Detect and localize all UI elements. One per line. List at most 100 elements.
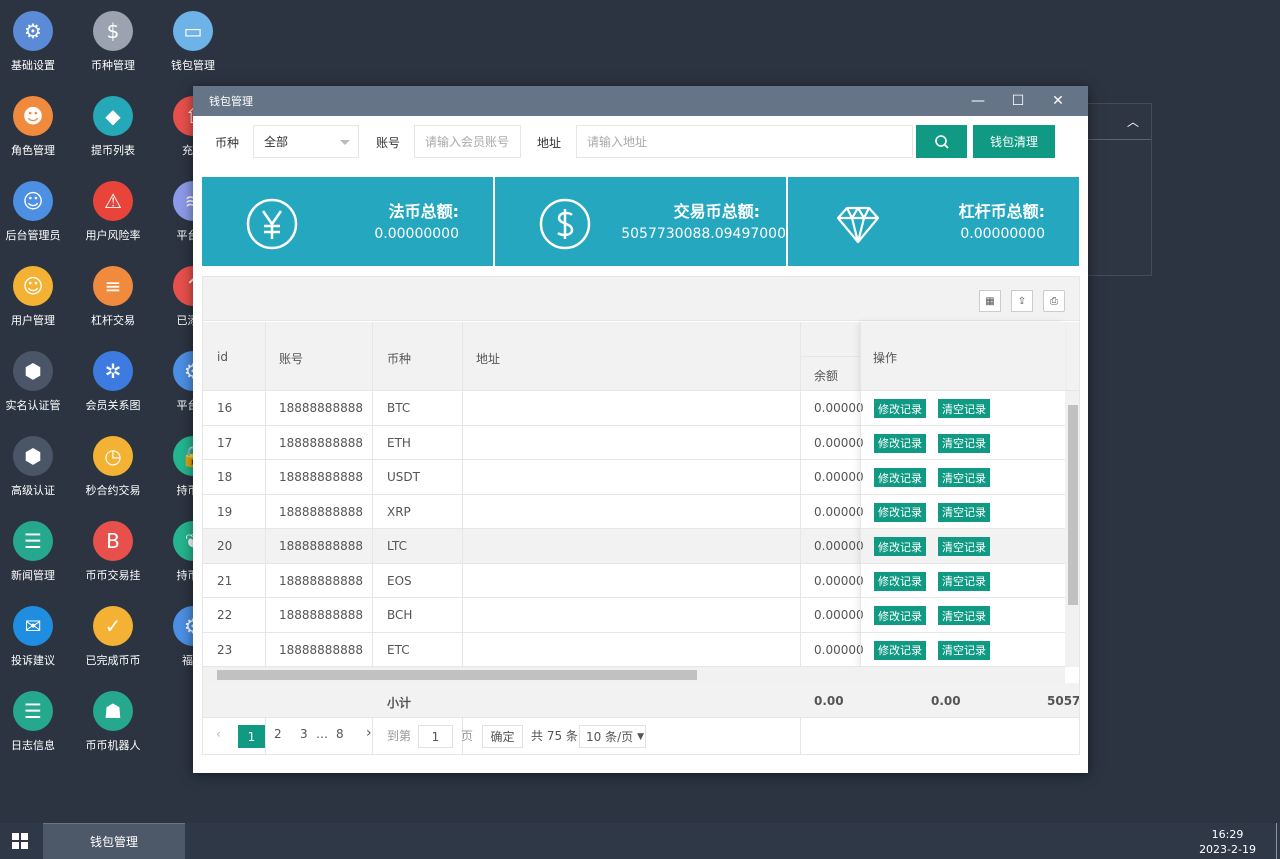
desktop-shortcut[interactable]: ⚠ 用户风险率 xyxy=(73,181,153,243)
desktop-shortcut-label: 钱包管理 xyxy=(171,59,215,72)
dollar-circle-icon xyxy=(539,198,591,250)
maximize-button[interactable]: ☐ xyxy=(998,93,1038,109)
cell-coin: ETH xyxy=(387,435,411,450)
prev-page-icon[interactable]: ‹ xyxy=(216,727,221,741)
desktop-shortcut[interactable]: ✉ 投诉建议 xyxy=(0,606,73,668)
cell-id: 20 xyxy=(217,539,233,553)
cell-account: 18888888888 xyxy=(279,435,363,450)
page-2-button[interactable]: 2 xyxy=(274,727,282,741)
col-id: id xyxy=(217,350,228,364)
desktop-shortcut[interactable]: ⚙ 基础设置 xyxy=(0,11,73,73)
desktop-shortcut[interactable]: ✲ 会员关系图 xyxy=(73,351,153,413)
page-3-button[interactable]: 3 xyxy=(300,727,308,741)
desktop-shortcut-label: 会员关系图 xyxy=(85,399,141,412)
desktop-shortcut-label: 币币机器人 xyxy=(85,739,141,752)
address-label: 地址 xyxy=(537,136,562,150)
cell-account: 18888888888 xyxy=(279,401,363,415)
system-clock[interactable]: 16:29 2023-2-19 xyxy=(1199,827,1256,857)
columns-icon[interactable]: ▦ xyxy=(979,290,1001,312)
coin-select-value: 全部 xyxy=(264,135,289,149)
wallet-window: 钱包管理 — ☐ ✕ 币种 全部 账号 请输入会员账号 地址 请输入地址 钱包清… xyxy=(193,86,1088,773)
goto-label: 到第 xyxy=(387,729,412,743)
desktop-shortcut[interactable]: ✓ 已完成币币 xyxy=(73,606,153,668)
address-input[interactable]: 请输入地址 xyxy=(576,125,913,158)
cell-balance: 0.00000 xyxy=(814,470,864,484)
desktop-shortcut[interactable]: ☗ 币币机器人 xyxy=(73,691,153,753)
table-toolbar: ▦ ⇪ ⎙ xyxy=(203,277,1079,321)
total-count: 共 75 条 xyxy=(531,729,578,743)
desktop-shortcut[interactable]: ☰ 日志信息 xyxy=(0,691,73,753)
show-desktop-button[interactable] xyxy=(1276,823,1280,859)
subtotal-row: 小计 0.00 0.00 50577 xyxy=(203,683,1080,718)
account-input[interactable]: 请输入会员账号 xyxy=(414,125,521,158)
cell-account: 18888888888 xyxy=(279,470,363,484)
per-page-select[interactable]: 10 条/页 ▼ xyxy=(579,725,646,748)
goto-page-input[interactable]: 1 xyxy=(418,725,453,748)
chevron-down-icon: ▼ xyxy=(637,731,645,742)
wallet-icon: ▭ xyxy=(173,11,213,51)
robot-icon: ☗ xyxy=(93,691,133,731)
trade-total-title: 交易币总额: xyxy=(673,202,760,221)
horizontal-scroll-thumb[interactable] xyxy=(217,670,697,680)
wallet-table: ▦ ⇪ ⎙ id 账号 币种 地址 余额 操作 16 18888888888 BTC… xyxy=(202,276,1080,755)
cell-balance: 0.00000 xyxy=(814,504,864,519)
cell-coin: ETC xyxy=(387,642,410,657)
search-button[interactable] xyxy=(916,125,967,158)
cell-account: 18888888888 xyxy=(279,539,363,553)
minimize-button[interactable]: — xyxy=(958,93,998,109)
desktop-shortcut[interactable]: ☺ 用户管理 xyxy=(0,266,73,328)
desktop-shortcut[interactable]: B 币币交易挂 xyxy=(73,521,153,583)
windows-start-icon[interactable] xyxy=(12,833,28,849)
desktop-shortcut[interactable]: ☻ 角色管理 xyxy=(0,96,73,158)
cell-account: 18888888888 xyxy=(279,504,363,519)
cell-balance: 0.00000 xyxy=(814,573,864,588)
taskbar-item-wallet[interactable]: 钱包管理 xyxy=(43,823,185,859)
goto-confirm-button[interactable]: 确定 xyxy=(482,725,523,748)
desktop-shortcut[interactable]: ⬢ 实名认证管 xyxy=(0,351,73,413)
subtotal-value-3: 50577 xyxy=(1047,694,1080,708)
desktop-shortcut[interactable]: ☰ 新闻管理 xyxy=(0,521,73,583)
idcard-icon: ⬢ xyxy=(13,351,53,391)
desktop-shortcut[interactable]: ◆ 提币列表 xyxy=(73,96,153,158)
desktop-shortcut-label: 提币列表 xyxy=(91,144,135,157)
close-button[interactable]: ✕ xyxy=(1038,93,1078,109)
desktop-shortcut-label: 角色管理 xyxy=(11,144,55,157)
desktop-shortcut[interactable]: ⬢ 高级认证 xyxy=(0,436,73,498)
desktop-shortcut[interactable]: ▭ 钱包管理 xyxy=(153,11,233,73)
print-icon[interactable]: ⎙ xyxy=(1043,290,1065,312)
coin-select[interactable]: 全部 xyxy=(253,125,359,158)
window-titlebar[interactable]: 钱包管理 — ☐ ✕ xyxy=(193,86,1088,116)
next-page-icon[interactable]: › xyxy=(366,725,372,741)
desktop-shortcut[interactable]: ☺ 后台管理员 xyxy=(0,181,73,243)
stack-icon: ≡ xyxy=(93,266,133,306)
cell-account: 18888888888 xyxy=(279,573,363,588)
desktop-shortcut[interactable]: ≡ 杠杆交易 xyxy=(73,266,153,328)
cell-balance: 0.00000 xyxy=(814,608,864,622)
background-window-bar: ︿ xyxy=(1081,104,1151,140)
diamond-icon xyxy=(836,206,880,244)
chevron-down-icon xyxy=(340,140,350,145)
trade-total-value: 5057730088.09497000 xyxy=(621,226,786,242)
page-last-button[interactable]: 8 xyxy=(336,727,344,741)
wallet-clear-button[interactable]: 钱包清理 xyxy=(973,125,1055,158)
yen-icon xyxy=(246,198,298,250)
pagination: ‹ 1 2 3 … 8 › 到第 1 页 确定 共 75 条 10 条/页 ▼ xyxy=(203,718,1079,754)
vertical-scrollbar[interactable] xyxy=(1065,391,1079,667)
desktop-shortcut-label: 币种管理 xyxy=(91,59,135,72)
chevron-up-icon[interactable]: ︿ xyxy=(1127,113,1139,130)
vertical-scroll-thumb[interactable] xyxy=(1068,405,1078,605)
desktop-shortcut-label: 基础设置 xyxy=(11,59,55,72)
taskbar: 钱包管理 16:29 2023-2-19 xyxy=(0,823,1280,859)
desktop-shortcut-label: 秒合约交易 xyxy=(85,484,141,497)
address-placeholder: 请输入地址 xyxy=(587,135,648,149)
fiat-total-value: 0.00000000 xyxy=(374,226,459,242)
desktop-shortcut-label: 实名认证管 xyxy=(5,399,61,412)
horizontal-scrollbar[interactable] xyxy=(203,667,1065,683)
page-1-button[interactable]: 1 xyxy=(238,725,265,748)
desktop-shortcut[interactable]: ◷ 秒合约交易 xyxy=(73,436,153,498)
desktop-shortcut[interactable]: $ 币种管理 xyxy=(73,11,153,73)
desktop-shortcut-label: 用户管理 xyxy=(11,314,55,327)
export-icon[interactable]: ⇪ xyxy=(1011,290,1033,312)
role-icon: ☻ xyxy=(13,96,53,136)
cell-id: 23 xyxy=(217,642,233,657)
